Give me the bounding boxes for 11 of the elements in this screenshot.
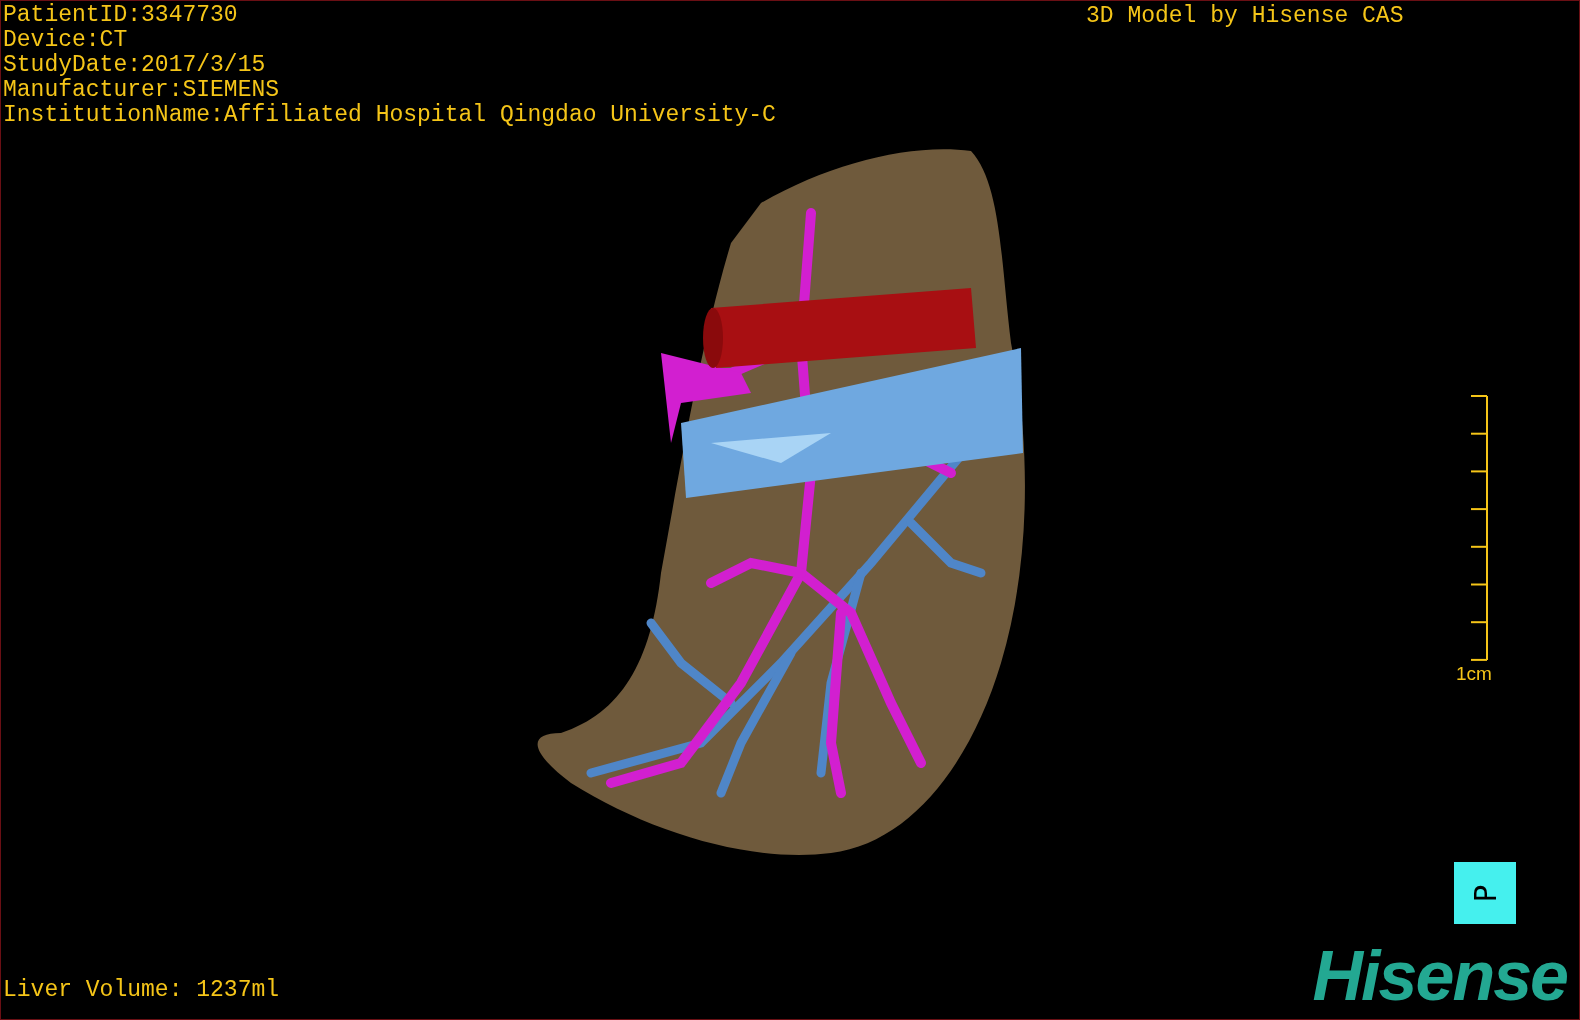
- brand-logo: Hisense: [1312, 941, 1568, 1011]
- study-info-text: Device:CT: [3, 28, 129, 53]
- liver-volume-text: Liver Volume: 1237ml: [3, 977, 280, 1003]
- study-info-text: InstitutionName:Affiliated Hospital Qingdao University-C: [3, 103, 776, 128]
- model-title: 3D Model by Hisense CAS: [1086, 4, 1404, 29]
- scale-label: 1cm: [1456, 663, 1492, 685]
- study-info-text: Manufacturer:SIEMENS: [3, 78, 281, 103]
- study-info-text: PatientID:3347730: [3, 3, 239, 28]
- orientation-cube[interactable]: P: [1454, 862, 1516, 924]
- ruler-icon: [1469, 395, 1490, 661]
- study-info-text: StudyDate:2017/3/15: [3, 53, 267, 78]
